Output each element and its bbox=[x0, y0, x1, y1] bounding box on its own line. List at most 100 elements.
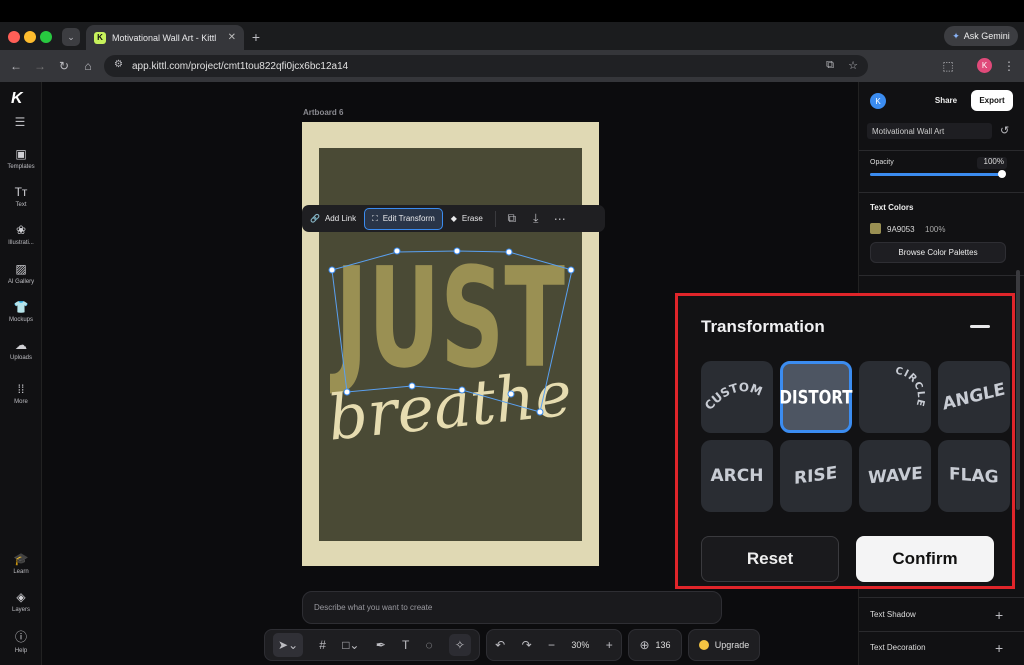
opacity-value[interactable]: 100% bbox=[977, 157, 1007, 169]
forward-icon[interactable]: → bbox=[32, 58, 48, 74]
sidebar-item-templates[interactable]: ▣ Templates bbox=[0, 147, 42, 170]
zoom-in-icon[interactable]: + bbox=[606, 638, 613, 652]
tab-search-icon[interactable]: ⌄ bbox=[62, 28, 80, 46]
browser-menu-icon[interactable]: ⋮ bbox=[1002, 58, 1016, 74]
back-icon[interactable]: ← bbox=[8, 58, 24, 74]
add-text-decoration-icon[interactable]: + bbox=[995, 640, 1003, 656]
color-swatch[interactable] bbox=[870, 223, 881, 234]
zoom-level[interactable]: 30% bbox=[571, 640, 589, 650]
edit-transform-button[interactable]: ⛶ Edit Transform bbox=[364, 207, 443, 230]
bottom-toolbar: ➤⌄ # □⌄ ✒ T ◌ ✧ ↶ ↷ − 30% + ⊕ 136 Upgrade bbox=[264, 629, 760, 661]
circle-label: CIRCLE bbox=[894, 366, 925, 408]
kittl-logo[interactable]: K bbox=[11, 90, 23, 108]
close-tab-icon[interactable]: ✕ bbox=[228, 32, 236, 43]
reset-button[interactable]: Reset bbox=[701, 536, 839, 582]
custom-preview: CUSTOM bbox=[704, 380, 764, 413]
sidebar-item-layers[interactable]: ◈ Layers bbox=[0, 590, 42, 613]
sidebar-item-more[interactable]: ⁞⁞ More bbox=[0, 382, 42, 405]
comment-tool-icon[interactable]: ◌ bbox=[426, 638, 433, 652]
sidebar-item-help[interactable]: ⓘ Help bbox=[0, 628, 42, 654]
collapse-icon[interactable] bbox=[970, 325, 990, 328]
history-icon[interactable]: ↺ bbox=[1000, 124, 1009, 137]
transform-option-distort[interactable]: DISTORT bbox=[780, 361, 852, 433]
bookmark-star-icon[interactable]: ☆ bbox=[848, 59, 858, 72]
add-link-button[interactable]: 🔗 Add Link bbox=[302, 214, 364, 223]
kittl-favicon-icon: K bbox=[94, 31, 106, 44]
opacity-slider-track[interactable] bbox=[870, 173, 1003, 176]
transform-option-custom[interactable]: CUSTOM bbox=[701, 361, 773, 433]
add-text-shadow-icon[interactable]: + bbox=[995, 607, 1003, 623]
ai-prompt-input[interactable]: Describe what you want to create bbox=[302, 591, 722, 624]
extensions-icon[interactable]: ⬚ bbox=[940, 58, 956, 74]
frame-tool-icon[interactable]: # bbox=[319, 638, 326, 652]
user-avatar[interactable]: K bbox=[870, 93, 886, 109]
transform-option-circle[interactable]: CIRCLE bbox=[859, 361, 931, 433]
window-titlebar bbox=[0, 0, 1024, 22]
select-tool-icon[interactable]: ➤⌄ bbox=[273, 633, 304, 657]
transform-option-arch[interactable]: ARCH bbox=[701, 440, 773, 512]
transform-option-wave[interactable]: WAVE bbox=[859, 440, 931, 512]
erase-label: Erase bbox=[461, 214, 483, 223]
sidebar-item-text[interactable]: Tт Text bbox=[0, 185, 42, 208]
text-decoration-label: Text Decoration bbox=[870, 643, 926, 652]
circle-preview: CIRCLE bbox=[894, 366, 925, 408]
install-app-icon[interactable]: ⧉ bbox=[826, 59, 834, 72]
transform-option-rise[interactable]: RISE bbox=[780, 440, 852, 512]
browse-color-palettes-button[interactable]: Browse Color Palettes bbox=[870, 242, 1006, 263]
project-name-field[interactable]: Motivational Wall Art bbox=[867, 123, 992, 139]
divider bbox=[859, 150, 1024, 151]
confirm-button[interactable]: Confirm bbox=[856, 536, 994, 582]
sidebar-label: Help bbox=[14, 648, 28, 654]
redo-icon[interactable]: ↷ bbox=[522, 638, 532, 652]
panel-scrollbar[interactable] bbox=[1016, 270, 1020, 510]
flag-label: FLAG bbox=[949, 464, 999, 488]
site-info-icon[interactable]: ⚙ bbox=[114, 59, 123, 70]
shape-tool-icon[interactable]: □⌄ bbox=[342, 638, 359, 652]
hamburger-menu-icon[interactable]: ☰ bbox=[13, 115, 27, 129]
wave-label: WAVE bbox=[867, 463, 923, 489]
opacity-slider-thumb[interactable] bbox=[998, 170, 1006, 178]
close-window-button[interactable] bbox=[8, 31, 20, 43]
more-options-icon[interactable]: ⋯ bbox=[548, 212, 572, 226]
new-tab-icon[interactable]: + bbox=[248, 29, 264, 45]
artwork-svg[interactable]: JUST breathe bbox=[302, 122, 599, 566]
credits-plus-icon: ⊕ bbox=[639, 638, 650, 652]
ai-gallery-icon: ▨ bbox=[15, 262, 27, 276]
sidebar-item-illustrations[interactable]: ❀ Illustrati... bbox=[0, 223, 42, 246]
sidebar-label: Uploads bbox=[9, 355, 32, 361]
transform-option-flag[interactable]: FLAG bbox=[938, 440, 1010, 512]
distort-label: DISTORT bbox=[779, 385, 853, 409]
ask-gemini-button[interactable]: ✦ Ask Gemini bbox=[944, 26, 1018, 46]
undo-icon[interactable]: ↶ bbox=[495, 638, 505, 652]
pen-tool-icon[interactable]: ✒ bbox=[376, 638, 386, 652]
credits-button[interactable]: ⊕ 136 bbox=[628, 629, 682, 661]
divider bbox=[859, 597, 1024, 598]
sidebar-label: Text bbox=[15, 202, 27, 208]
ask-gemini-label: Ask Gemini bbox=[963, 31, 1010, 41]
duplicate-icon[interactable]: ⧉ bbox=[500, 211, 524, 226]
download-icon[interactable]: ⤓ bbox=[524, 211, 548, 226]
sidebar-item-mockups[interactable]: 👕 Mockups bbox=[0, 300, 42, 323]
sidebar-item-uploads[interactable]: ☁ Uploads bbox=[0, 338, 42, 361]
home-icon[interactable]: ⌂ bbox=[80, 58, 96, 74]
zoom-out-icon[interactable]: − bbox=[548, 638, 555, 652]
transform-option-angle[interactable]: ANGLE bbox=[938, 361, 1010, 433]
maximize-window-button[interactable] bbox=[40, 31, 52, 43]
share-button[interactable]: Share bbox=[927, 90, 965, 111]
minimize-window-button[interactable] bbox=[24, 31, 36, 43]
profile-avatar[interactable]: K bbox=[977, 58, 992, 73]
illustrations-icon: ❀ bbox=[15, 223, 27, 237]
url-text: app.kittl.com/project/cmt1tou822qfi0jcx6… bbox=[132, 60, 349, 72]
sidebar-item-ai-gallery[interactable]: ▨ AI Gallery bbox=[0, 262, 42, 285]
color-hex[interactable]: 9A9053 bbox=[887, 225, 915, 234]
export-button[interactable]: Export bbox=[971, 90, 1013, 111]
address-bar[interactable]: ⚙ app.kittl.com/project/cmt1tou822qfi0jc… bbox=[104, 55, 868, 77]
learn-icon: 🎓 bbox=[13, 552, 29, 566]
erase-button[interactable]: ◆ Erase bbox=[443, 214, 491, 223]
reload-icon[interactable]: ↻ bbox=[56, 58, 72, 74]
ai-magic-tool-icon[interactable]: ✧ bbox=[448, 634, 471, 656]
text-tool-icon[interactable]: T bbox=[402, 638, 409, 652]
sidebar-item-learn[interactable]: 🎓 Learn bbox=[0, 552, 42, 575]
upgrade-button[interactable]: Upgrade bbox=[688, 629, 760, 661]
browser-tab[interactable]: K Motivational Wall Art - Kittl ✕ bbox=[86, 25, 244, 50]
